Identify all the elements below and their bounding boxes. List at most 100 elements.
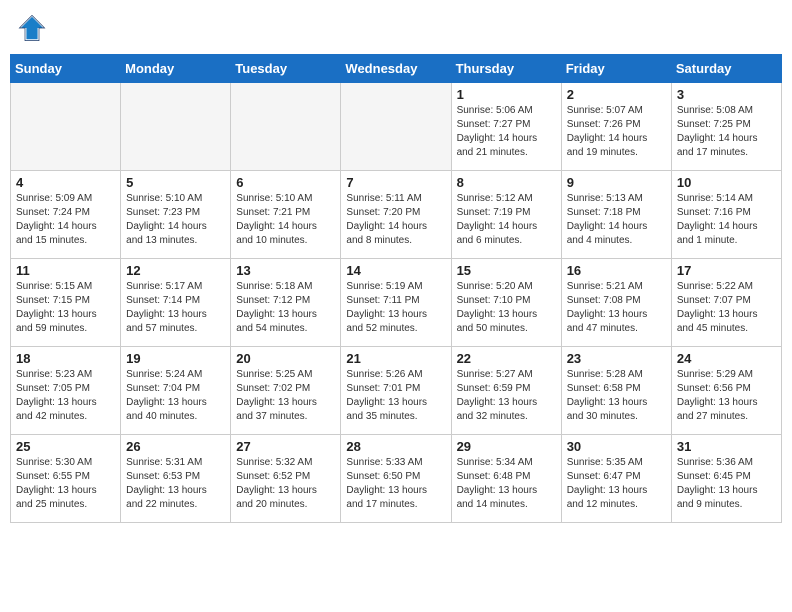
day-number: 1 [457, 87, 556, 102]
day-number: 30 [567, 439, 666, 454]
day-info: Sunrise: 5:27 AM Sunset: 6:59 PM Dayligh… [457, 368, 556, 424]
day-info: Sunrise: 5:13 AM Sunset: 7:18 PM Dayligh… [567, 192, 666, 248]
calendar-cell: 22 Sunrise: 5:27 AM Sunset: 6:59 PM Dayli… [451, 347, 561, 435]
day-info: Sunrise: 5:29 AM Sunset: 6:56 PM Dayligh… [677, 368, 776, 424]
day-info: Sunrise: 5:07 AM Sunset: 7:26 PM Dayligh… [567, 104, 666, 160]
day-info: Sunrise: 5:33 AM Sunset: 6:50 PM Dayligh… [346, 456, 445, 512]
day-number: 27 [236, 439, 335, 454]
day-number: 16 [567, 263, 666, 278]
calendar-cell: 7Sunrise: 5:11 AM Sunset: 7:20 PM Daylig… [341, 171, 451, 259]
day-info: Sunrise: 5:18 AM Sunset: 7:12 PM Dayligh… [236, 280, 335, 336]
day-number: 13 [236, 263, 335, 278]
calendar-cell: 30 Sunrise: 5:35 AM Sunset: 6:47 PM Dayli… [561, 435, 671, 523]
week-row-2: 11 Sunrise: 5:15 AM Sunset: 7:15 PM Dayli… [11, 259, 782, 347]
day-info: Sunrise: 5:10 AM Sunset: 7:23 PM Dayligh… [126, 192, 225, 248]
calendar-cell: 11 Sunrise: 5:15 AM Sunset: 7:15 PM Dayli… [11, 259, 121, 347]
day-number: 18 [16, 351, 115, 366]
day-info: Sunrise: 5:15 AM Sunset: 7:15 PM Dayligh… [16, 280, 115, 336]
header-day-sunday: Sunday [11, 55, 121, 83]
calendar-cell: 6 Sunrise: 5:10 AM Sunset: 7:21 PM Daylig… [231, 171, 341, 259]
header-day-monday: Monday [121, 55, 231, 83]
day-number: 17 [677, 263, 776, 278]
day-info: Sunrise: 5:12 AM Sunset: 7:19 PM Dayligh… [457, 192, 556, 248]
day-number: 28 [346, 439, 445, 454]
day-number: 22 [457, 351, 556, 366]
calendar-cell: 24 Sunrise: 5:29 AM Sunset: 6:56 PM Dayli… [671, 347, 781, 435]
day-number: 31 [677, 439, 776, 454]
header-day-thursday: Thursday [451, 55, 561, 83]
logo [18, 14, 48, 42]
header-row: SundayMondayTuesdayWednesdayThursdayFrid… [11, 55, 782, 83]
day-number: 29 [457, 439, 556, 454]
calendar-cell: 15 Sunrise: 5:20 AM Sunset: 7:10 PM Dayli… [451, 259, 561, 347]
calendar-cell: 28 Sunrise: 5:33 AM Sunset: 6:50 PM Dayli… [341, 435, 451, 523]
day-number: 4 [16, 175, 115, 190]
day-number: 20 [236, 351, 335, 366]
day-info: Sunrise: 5:30 AM Sunset: 6:55 PM Dayligh… [16, 456, 115, 512]
day-number: 24 [677, 351, 776, 366]
day-info: Sunrise: 5:36 AM Sunset: 6:45 PM Dayligh… [677, 456, 776, 512]
calendar-cell: 23Sunrise: 5:28 AM Sunset: 6:58 PM Dayli… [561, 347, 671, 435]
day-info: Sunrise: 5:10 AM Sunset: 7:21 PM Dayligh… [236, 192, 335, 248]
day-info: Sunrise: 5:28 AM Sunset: 6:58 PM Dayligh… [567, 368, 666, 424]
calendar-cell: 19Sunrise: 5:24 AM Sunset: 7:04 PM Dayli… [121, 347, 231, 435]
day-number: 8 [457, 175, 556, 190]
week-row-4: 25 Sunrise: 5:30 AM Sunset: 6:55 PM Dayli… [11, 435, 782, 523]
day-number: 25 [16, 439, 115, 454]
calendar-cell: 29 Sunrise: 5:34 AM Sunset: 6:48 PM Dayli… [451, 435, 561, 523]
calendar-body: 1 Sunrise: 5:06 AM Sunset: 7:27 PM Daylig… [11, 83, 782, 523]
week-row-3: 18 Sunrise: 5:23 AM Sunset: 7:05 PM Dayli… [11, 347, 782, 435]
day-number: 21 [346, 351, 445, 366]
day-info: Sunrise: 5:23 AM Sunset: 7:05 PM Dayligh… [16, 368, 115, 424]
calendar-cell: 5 Sunrise: 5:10 AM Sunset: 7:23 PM Daylig… [121, 171, 231, 259]
day-info: Sunrise: 5:09 AM Sunset: 7:24 PM Dayligh… [16, 192, 115, 248]
calendar-cell: 14Sunrise: 5:19 AM Sunset: 7:11 PM Dayli… [341, 259, 451, 347]
week-row-0: 1 Sunrise: 5:06 AM Sunset: 7:27 PM Daylig… [11, 83, 782, 171]
day-number: 14 [346, 263, 445, 278]
calendar-cell [121, 83, 231, 171]
day-number: 26 [126, 439, 225, 454]
day-number: 11 [16, 263, 115, 278]
calendar-cell: 26 Sunrise: 5:31 AM Sunset: 6:53 PM Dayli… [121, 435, 231, 523]
calendar-header: SundayMondayTuesdayWednesdayThursdayFrid… [11, 55, 782, 83]
calendar-cell: 17 Sunrise: 5:22 AM Sunset: 7:07 PM Dayli… [671, 259, 781, 347]
day-info: Sunrise: 5:34 AM Sunset: 6:48 PM Dayligh… [457, 456, 556, 512]
calendar-cell: 31 Sunrise: 5:36 AM Sunset: 6:45 PM Dayli… [671, 435, 781, 523]
day-info: Sunrise: 5:22 AM Sunset: 7:07 PM Dayligh… [677, 280, 776, 336]
day-info: Sunrise: 5:24 AM Sunset: 7:04 PM Dayligh… [126, 368, 225, 424]
calendar-cell: 8 Sunrise: 5:12 AM Sunset: 7:19 PM Daylig… [451, 171, 561, 259]
day-number: 15 [457, 263, 556, 278]
calendar-cell: 21 Sunrise: 5:26 AM Sunset: 7:01 PM Dayli… [341, 347, 451, 435]
calendar-cell [11, 83, 121, 171]
calendar-cell: 20 Sunrise: 5:25 AM Sunset: 7:02 PM Dayli… [231, 347, 341, 435]
calendar-cell: 25 Sunrise: 5:30 AM Sunset: 6:55 PM Dayli… [11, 435, 121, 523]
calendar-cell [231, 83, 341, 171]
day-info: Sunrise: 5:17 AM Sunset: 7:14 PM Dayligh… [126, 280, 225, 336]
day-info: Sunrise: 5:26 AM Sunset: 7:01 PM Dayligh… [346, 368, 445, 424]
calendar-cell: 12Sunrise: 5:17 AM Sunset: 7:14 PM Dayli… [121, 259, 231, 347]
page-header [10, 10, 782, 46]
calendar-cell: 18 Sunrise: 5:23 AM Sunset: 7:05 PM Dayli… [11, 347, 121, 435]
header-day-friday: Friday [561, 55, 671, 83]
calendar-cell: 3Sunrise: 5:08 AM Sunset: 7:25 PM Daylig… [671, 83, 781, 171]
day-info: Sunrise: 5:31 AM Sunset: 6:53 PM Dayligh… [126, 456, 225, 512]
day-info: Sunrise: 5:06 AM Sunset: 7:27 PM Dayligh… [457, 104, 556, 160]
calendar-cell: 2 Sunrise: 5:07 AM Sunset: 7:26 PM Daylig… [561, 83, 671, 171]
day-number: 10 [677, 175, 776, 190]
calendar-cell: 4 Sunrise: 5:09 AM Sunset: 7:24 PM Daylig… [11, 171, 121, 259]
calendar-cell: 10Sunrise: 5:14 AM Sunset: 7:16 PM Dayli… [671, 171, 781, 259]
header-day-tuesday: Tuesday [231, 55, 341, 83]
calendar-cell: 27Sunrise: 5:32 AM Sunset: 6:52 PM Dayli… [231, 435, 341, 523]
day-number: 6 [236, 175, 335, 190]
day-number: 2 [567, 87, 666, 102]
logo-icon [18, 14, 46, 42]
day-info: Sunrise: 5:08 AM Sunset: 7:25 PM Dayligh… [677, 104, 776, 160]
calendar-cell [341, 83, 451, 171]
calendar-cell: 9Sunrise: 5:13 AM Sunset: 7:18 PM Daylig… [561, 171, 671, 259]
day-number: 5 [126, 175, 225, 190]
day-info: Sunrise: 5:35 AM Sunset: 6:47 PM Dayligh… [567, 456, 666, 512]
calendar-table: SundayMondayTuesdayWednesdayThursdayFrid… [10, 54, 782, 523]
calendar-cell: 16Sunrise: 5:21 AM Sunset: 7:08 PM Dayli… [561, 259, 671, 347]
day-info: Sunrise: 5:20 AM Sunset: 7:10 PM Dayligh… [457, 280, 556, 336]
day-info: Sunrise: 5:25 AM Sunset: 7:02 PM Dayligh… [236, 368, 335, 424]
